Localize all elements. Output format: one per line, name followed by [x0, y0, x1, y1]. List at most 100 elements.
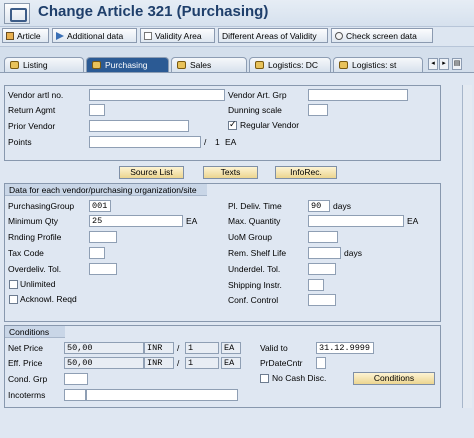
- underdel-tol-label: Underdel. Tol.: [228, 264, 281, 274]
- pr-date-cntr-field[interactable]: [316, 357, 326, 369]
- check-screen-data-button[interactable]: Check screen data: [331, 28, 433, 43]
- page-title: Change Article 321 (Purchasing): [38, 3, 269, 20]
- vendor-art-grp-field[interactable]: [308, 89, 408, 101]
- additional-data-button[interactable]: Additional data: [52, 28, 137, 43]
- incoterms-location-field[interactable]: [86, 389, 238, 401]
- vendor-art-grp-label: Vendor Art. Grp: [228, 90, 287, 100]
- pr-date-cntr-label: PrDateCntr: [260, 358, 303, 368]
- different-areas-button[interactable]: Different Areas of Validity: [218, 28, 328, 43]
- conf-control-label: Conf. Control: [228, 295, 279, 305]
- regular-vendor-checkbox[interactable]: [228, 119, 237, 130]
- points-label: Points: [8, 137, 32, 147]
- prior-vendor-field[interactable]: [89, 120, 189, 132]
- pl-deliv-time-unit: days: [333, 201, 351, 211]
- net-price-per[interactable]: 1: [185, 342, 219, 354]
- eff-price-currency[interactable]: INR: [144, 357, 174, 369]
- tab-list-icon[interactable]: ▤: [452, 58, 462, 70]
- pl-deliv-time-field[interactable]: 90: [308, 200, 330, 212]
- arrow-right-icon: [56, 32, 64, 40]
- tab-logistics-dc[interactable]: Logistics: DC: [249, 57, 331, 72]
- tab-logistics-store[interactable]: Logistics: st: [333, 57, 423, 72]
- points-field[interactable]: [89, 136, 201, 148]
- net-price-unit[interactable]: EA: [221, 342, 241, 354]
- application-toolbar: Article Additional data Validity Area Di…: [0, 27, 474, 47]
- article-button[interactable]: Article: [2, 28, 49, 43]
- points-quantity: 1: [215, 137, 220, 147]
- overdeliv-tol-label: Overdeliv. Tol.: [8, 264, 62, 274]
- tab-next-icon[interactable]: ▸: [439, 58, 449, 70]
- rnding-profile-label: Rnding Profile: [8, 232, 62, 242]
- inforec-button[interactable]: InfoRec.: [275, 166, 337, 179]
- conf-control-field[interactable]: [308, 294, 336, 306]
- valid-to-field[interactable]: 31.12.9999: [316, 342, 374, 354]
- no-cash-disc-label: No Cash Disc.: [272, 373, 327, 383]
- title-bar: Change Article 321 (Purchasing): [0, 0, 474, 27]
- incoterms-field[interactable]: [64, 389, 86, 401]
- conditions-header: Conditions: [5, 326, 65, 338]
- validity-area-button[interactable]: Validity Area: [140, 28, 215, 43]
- shelf-life-unit: days: [344, 248, 362, 258]
- tab-icon: [255, 61, 264, 69]
- net-price-label: Net Price: [8, 343, 43, 353]
- min-qty-field[interactable]: 25: [89, 215, 183, 227]
- acknowl-reqd-label: Acknowl. Reqd: [20, 294, 77, 304]
- tab-strip: Listing Purchasing Sales Logistics: DC L…: [0, 57, 474, 73]
- cond-grp-label: Cond. Grp: [8, 374, 48, 384]
- valid-to-label: Valid to: [260, 343, 288, 353]
- min-qty-unit: EA: [186, 216, 198, 226]
- acknowl-reqd-checkbox[interactable]: [9, 295, 18, 304]
- vertical-scrollbar[interactable]: [462, 85, 472, 408]
- purch-group-label: PurchasingGroup: [8, 201, 75, 211]
- purch-group-field[interactable]: 001: [89, 200, 111, 212]
- max-qty-field[interactable]: [308, 215, 404, 227]
- points-separator: /: [204, 137, 207, 147]
- sap-menu-icon[interactable]: [4, 3, 30, 24]
- incoterms-label: Incoterms: [8, 390, 46, 400]
- tab-icon: [177, 61, 186, 69]
- purchasing-org-header: Data for each vendor/purchasing organiza…: [5, 184, 207, 196]
- tab-icon: [92, 61, 101, 69]
- vendor-artl-no-label: Vendor artl no.: [8, 90, 64, 100]
- net-price-separator: /: [177, 343, 180, 353]
- document-icon: [144, 32, 152, 40]
- points-unit: EA: [225, 137, 237, 147]
- tax-code-field[interactable]: [89, 247, 105, 259]
- shipping-instr-label: Shipping Instr.: [228, 280, 282, 290]
- tab-purchasing[interactable]: Purchasing: [86, 57, 169, 73]
- uom-group-field[interactable]: [308, 231, 338, 243]
- regular-vendor-label: Regular Vendor: [240, 120, 300, 130]
- return-agmt-field[interactable]: [89, 104, 105, 116]
- dunning-scale-field[interactable]: [308, 104, 328, 116]
- shipping-instr-field[interactable]: [308, 279, 324, 291]
- prior-vendor-label: Prior Vendor: [8, 121, 56, 131]
- tab-panel: Vendor artl no. Return Agmt Prior Vendor…: [0, 72, 474, 438]
- shelf-life-field[interactable]: [308, 247, 341, 259]
- source-list-button[interactable]: Source List: [119, 166, 184, 179]
- underdel-tol-field[interactable]: [308, 263, 336, 275]
- overdeliv-tol-field[interactable]: [89, 263, 117, 275]
- rnding-profile-field[interactable]: [89, 231, 117, 243]
- net-price-field[interactable]: 50,00: [64, 342, 144, 354]
- shelf-life-label: Rem. Shelf Life: [228, 248, 287, 258]
- unlimited-label: Unlimited: [20, 279, 56, 289]
- eff-price-per[interactable]: 1: [185, 357, 219, 369]
- tab-prev-icon[interactable]: ◂: [428, 58, 438, 70]
- uom-group-label: UoM Group: [228, 232, 272, 242]
- eff-price-label: Eff. Price: [8, 358, 43, 368]
- vendor-artl-no-field[interactable]: [89, 89, 225, 101]
- conditions-button[interactable]: Conditions: [353, 372, 435, 385]
- tab-sales[interactable]: Sales: [171, 57, 247, 72]
- pl-deliv-time-label: Pl. Deliv. Time: [228, 201, 282, 211]
- tab-icon: [10, 61, 19, 69]
- eff-price-unit[interactable]: EA: [221, 357, 241, 369]
- unlimited-checkbox[interactable]: [9, 280, 18, 289]
- tab-listing[interactable]: Listing: [4, 57, 84, 72]
- eff-price-field[interactable]: 50,00: [64, 357, 144, 369]
- cond-grp-field[interactable]: [64, 373, 88, 385]
- texts-button[interactable]: Texts: [203, 166, 258, 179]
- no-cash-disc-checkbox[interactable]: [260, 374, 269, 383]
- article-icon: [6, 32, 14, 40]
- net-price-currency[interactable]: INR: [144, 342, 174, 354]
- eff-price-separator: /: [177, 358, 180, 368]
- max-qty-unit: EA: [407, 216, 419, 226]
